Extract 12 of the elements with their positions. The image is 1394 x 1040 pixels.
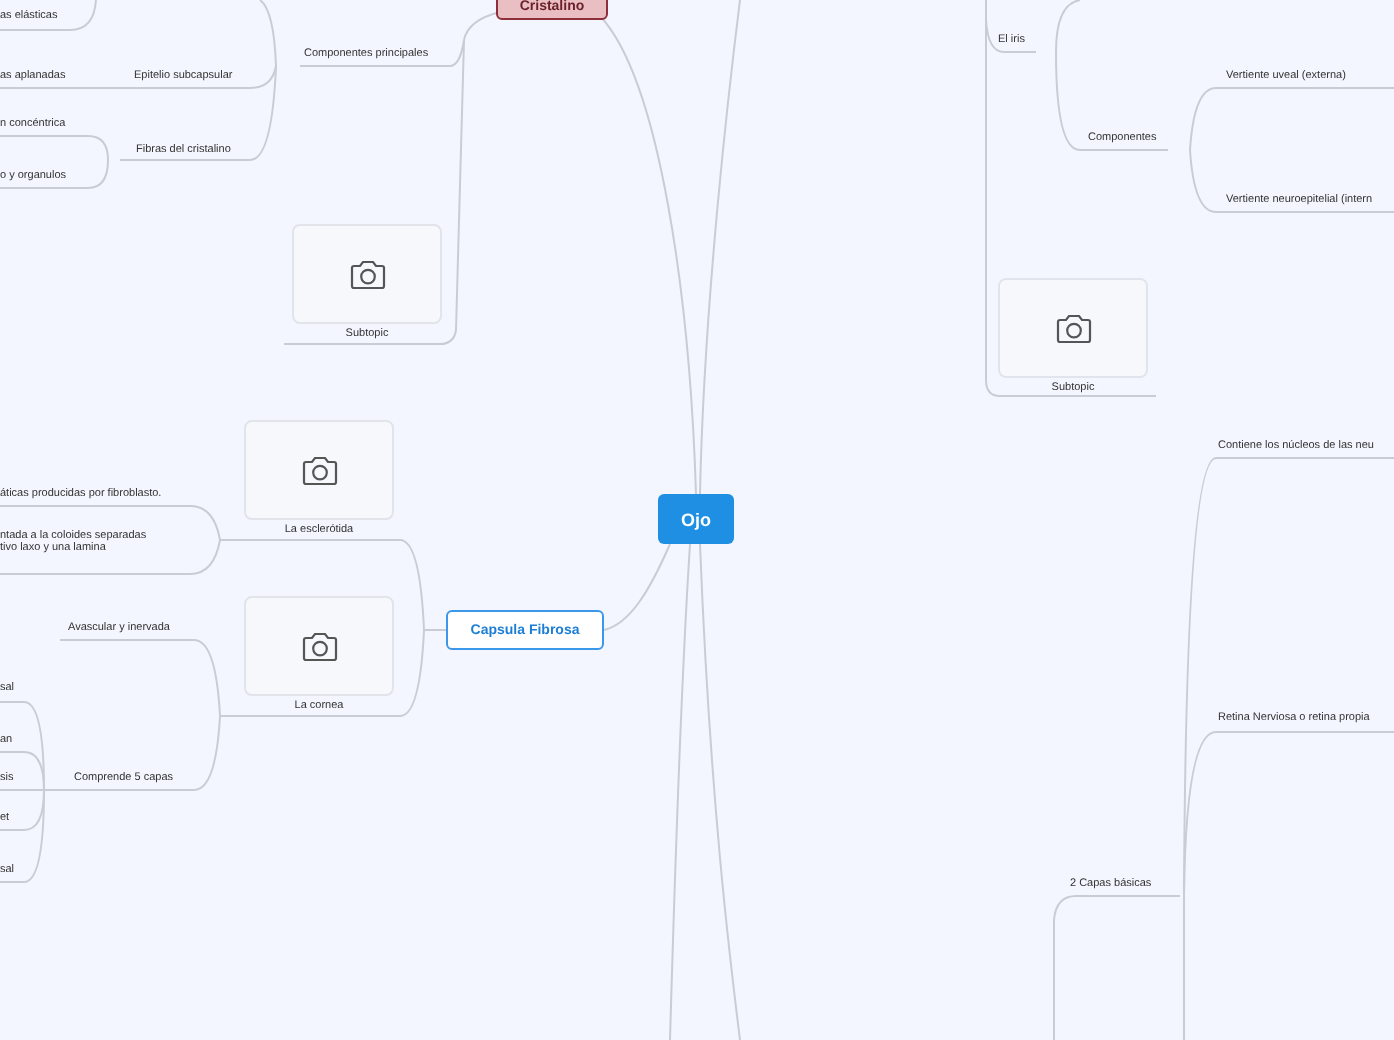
connector-line bbox=[0, 135, 109, 161]
camera-icon bbox=[301, 631, 337, 661]
image-placeholder[interactable] bbox=[244, 420, 394, 520]
image-placeholder[interactable] bbox=[244, 596, 394, 696]
image-placeholder[interactable] bbox=[292, 224, 442, 324]
connector-line bbox=[0, 159, 109, 189]
camera-icon bbox=[1055, 313, 1091, 343]
camera-icon bbox=[301, 455, 337, 485]
central-topic[interactable]: Ojo bbox=[658, 494, 734, 544]
image-placeholder[interactable] bbox=[998, 278, 1148, 378]
connector-line bbox=[0, 0, 97, 31]
camera-icon bbox=[349, 259, 385, 289]
